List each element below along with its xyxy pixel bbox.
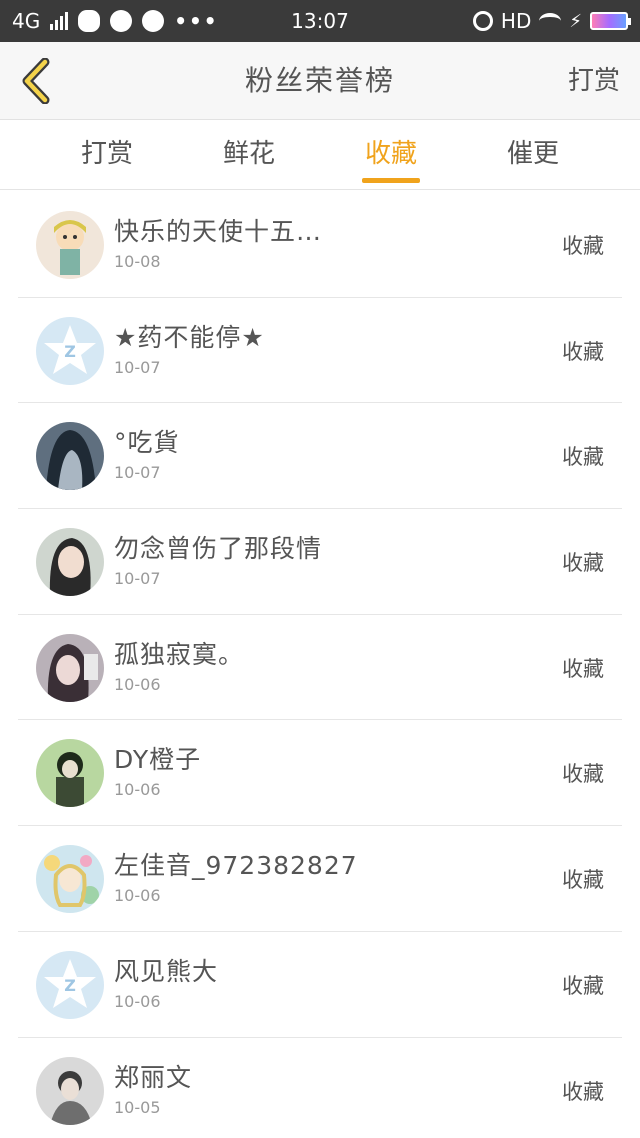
avatar xyxy=(36,211,104,279)
tab-bar: 打赏 鲜花 收藏 催更 xyxy=(0,120,640,190)
fan-list: 快乐的天使十五… 10-08 收藏 Z ★药不能停★ 10-07 收藏 °吃貨 … xyxy=(18,192,622,1138)
fan-action: 收藏 xyxy=(562,551,604,576)
fan-name: ★药不能停★ xyxy=(114,322,265,352)
fan-date: 10-06 xyxy=(114,886,161,906)
fan-name: 郑丽文 xyxy=(114,1062,193,1092)
avatar xyxy=(36,845,104,914)
list-item[interactable]: 左佳音_972382827 10-06 收藏 xyxy=(18,826,622,932)
tab-favorites[interactable]: 收藏 xyxy=(320,120,462,189)
music-icon xyxy=(142,10,165,32)
fan-action: 收藏 xyxy=(562,973,604,998)
fan-date: 10-07 xyxy=(114,463,161,483)
list-item[interactable]: 快乐的天使十五… 10-08 收藏 xyxy=(18,192,622,298)
list-item[interactable]: 郑丽文 10-05 收藏 xyxy=(18,1038,622,1138)
fan-action: 收藏 xyxy=(562,868,604,893)
avatar xyxy=(36,739,104,808)
tab-urge-update[interactable]: 催更 xyxy=(462,120,604,189)
fan-action: 收藏 xyxy=(562,1079,604,1104)
tab-reward[interactable]: 打赏 xyxy=(36,120,178,189)
fan-name: 勿念曾伤了那段情 xyxy=(114,534,323,564)
alarm-icon xyxy=(472,11,493,31)
fan-date: 10-05 xyxy=(114,1097,161,1117)
fan-date: 10-07 xyxy=(114,569,161,589)
fan-action: 收藏 xyxy=(562,234,604,258)
battery-icon xyxy=(590,12,631,30)
avatar xyxy=(36,528,104,597)
reward-button[interactable]: 打赏 xyxy=(568,42,620,120)
list-item[interactable]: 孤独寂寞。 10-06 收藏 xyxy=(18,615,622,721)
fan-name: °吃貨 xyxy=(114,428,180,458)
charging-icon: ⚡ xyxy=(569,10,582,32)
avatar xyxy=(36,422,104,491)
status-bar: 4G ••• 13:07 HD ⚡ xyxy=(0,0,640,42)
fan-name: 孤独寂寞。 xyxy=(114,639,245,669)
svg-text:Z: Z xyxy=(64,976,76,995)
fan-name: 风见熊大 xyxy=(114,956,219,986)
avatar: Z xyxy=(36,950,104,1019)
wifi-icon xyxy=(539,13,562,29)
fan-name: 快乐的天使十五… xyxy=(114,217,323,246)
fan-action: 收藏 xyxy=(562,656,604,681)
list-item[interactable]: Z ★药不能停★ 10-07 收藏 xyxy=(18,298,622,404)
fan-date: 10-06 xyxy=(114,780,161,800)
svg-text:Z: Z xyxy=(64,342,76,361)
fan-action: 收藏 xyxy=(562,339,604,364)
fan-date: 10-06 xyxy=(114,674,161,694)
app-header: 粉丝荣誉榜 打赏 xyxy=(0,42,640,120)
list-item[interactable]: °吃貨 10-07 收藏 xyxy=(18,403,622,510)
fan-action: 收藏 xyxy=(562,445,604,470)
avatar xyxy=(36,633,104,702)
fan-date: 10-08 xyxy=(114,252,161,271)
browser-icon xyxy=(110,10,133,32)
hd-label: HD xyxy=(500,9,532,33)
page-title: 粉丝荣誉榜 xyxy=(244,64,395,97)
fan-name: 左佳音_972382827 xyxy=(114,851,358,881)
fan-date: 10-07 xyxy=(114,357,161,377)
fan-action: 收藏 xyxy=(562,762,604,787)
avatar: Z xyxy=(36,316,104,385)
wechat-icon xyxy=(78,10,101,32)
fan-name: DY橙子 xyxy=(114,745,202,775)
avatar xyxy=(36,1056,104,1125)
signal-icon xyxy=(50,12,69,30)
network-type: 4G xyxy=(12,9,41,33)
list-item[interactable]: 勿念曾伤了那段情 10-07 收藏 xyxy=(18,509,622,615)
list-item[interactable]: Z 风见熊大 10-06 收藏 xyxy=(18,932,622,1038)
fan-date: 10-06 xyxy=(114,991,161,1011)
list-item[interactable]: DY橙子 10-06 收藏 xyxy=(18,720,622,827)
more-notifications-icon: ••• xyxy=(174,9,219,33)
tab-flowers[interactable]: 鲜花 xyxy=(178,120,320,189)
